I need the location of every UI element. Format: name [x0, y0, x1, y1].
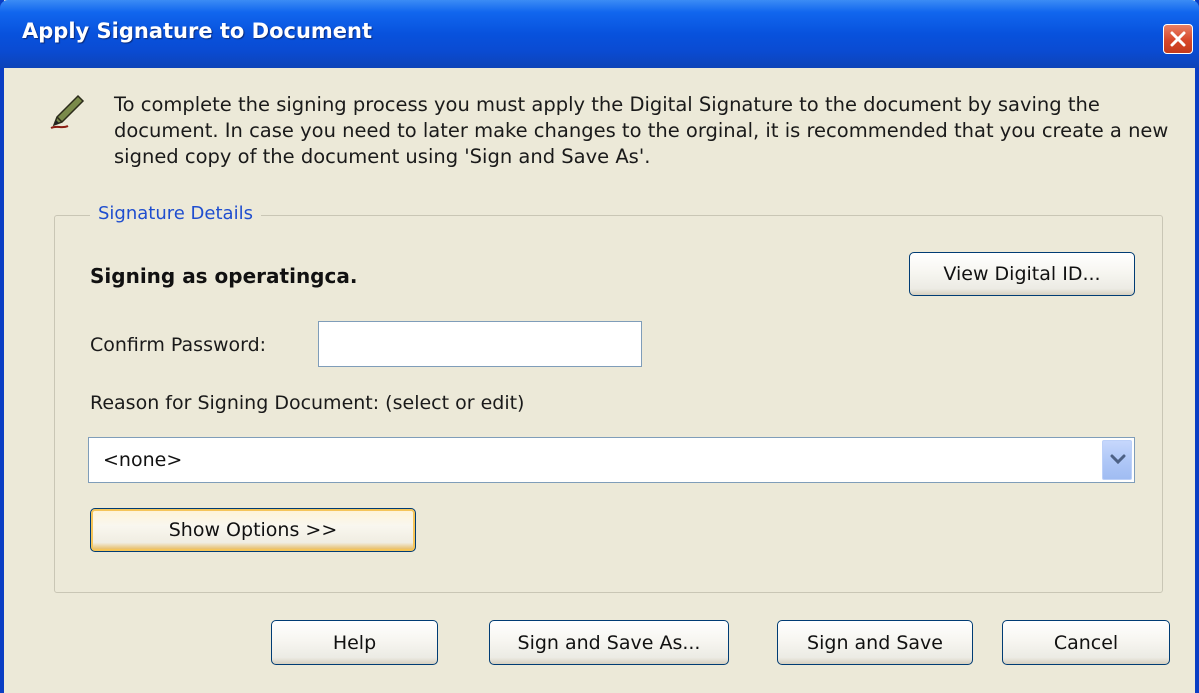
dialog-window: Apply Signature to Document To complete …: [0, 0, 1199, 693]
cancel-button[interactable]: Cancel: [1002, 620, 1170, 665]
close-icon: [1170, 31, 1186, 47]
confirm-password-label: Confirm Password:: [90, 334, 267, 356]
close-button[interactable]: [1163, 24, 1193, 54]
signature-details-legend: Signature Details: [90, 203, 261, 224]
view-digital-id-button[interactable]: View Digital ID...: [909, 252, 1135, 296]
chevron-down-icon: [1110, 454, 1126, 465]
confirm-password-field[interactable]: [318, 321, 642, 367]
window-title: Apply Signature to Document: [22, 19, 373, 43]
reason-dropdown-button[interactable]: [1102, 440, 1132, 480]
reason-label: Reason for Signing Document: (select or …: [90, 392, 525, 414]
reason-combobox[interactable]: <none>: [88, 437, 1135, 483]
signing-as-text: Signing as operatingca.: [90, 264, 358, 288]
reason-selected-value: <none>: [103, 449, 183, 471]
title-bar[interactable]: Apply Signature to Document: [0, 0, 1199, 68]
info-message: To complete the signing process you must…: [114, 93, 1169, 168]
show-options-button[interactable]: Show Options >>: [90, 508, 416, 552]
help-button[interactable]: Help: [271, 620, 438, 665]
pen-icon: [50, 94, 85, 129]
sign-and-save-as-button[interactable]: Sign and Save As...: [489, 620, 729, 665]
sign-and-save-button[interactable]: Sign and Save: [777, 620, 973, 665]
